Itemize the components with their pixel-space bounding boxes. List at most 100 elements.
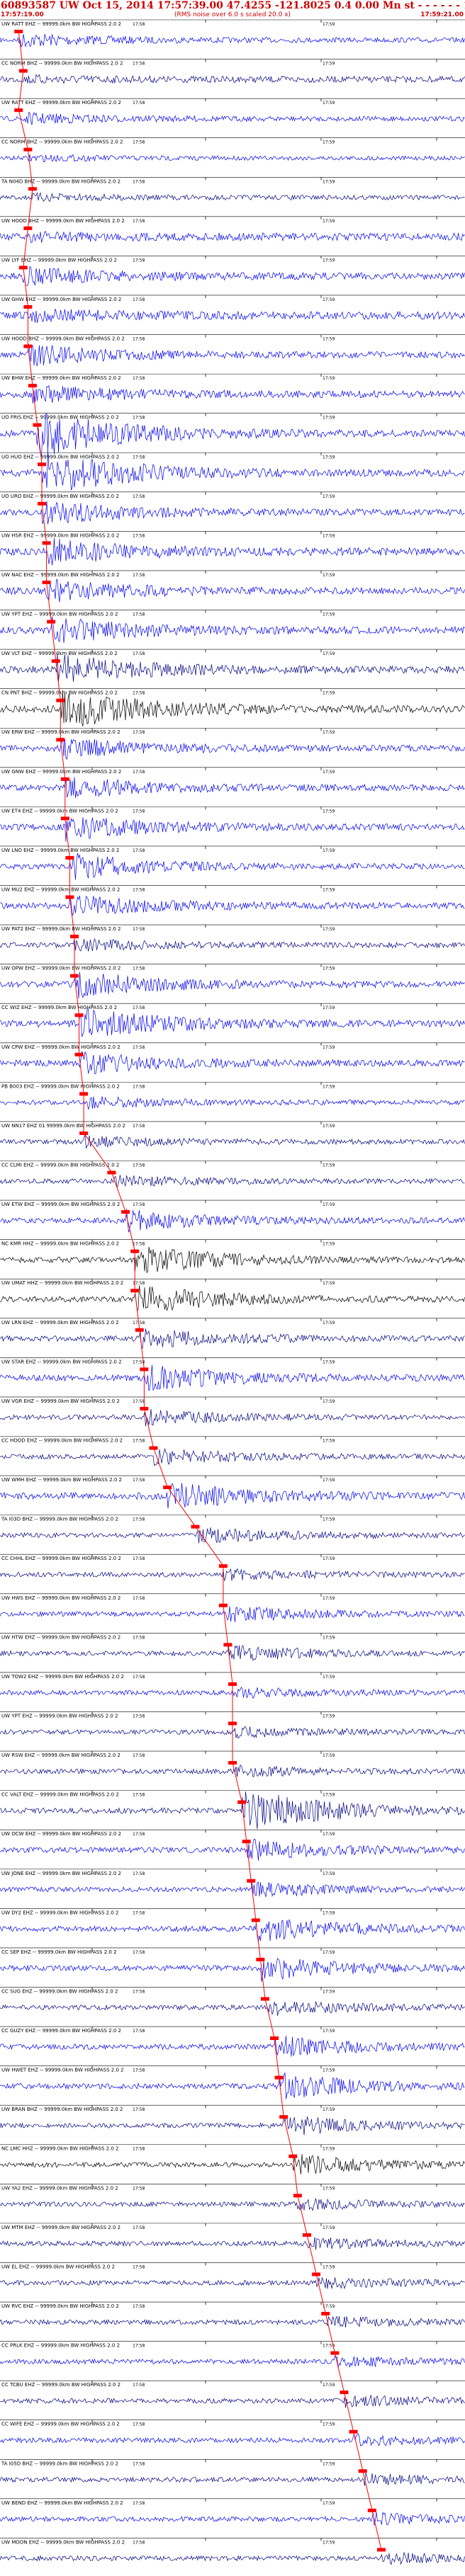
channel-label: UW BEND EHZ -- 99999.0km BW HIGHPASS 2.0… [1,2500,123,2506]
trace-26: UW CPW EHZ -- 99999.0km BW HIGHPASS 2.0 … [0,1042,465,1074]
waveform [0,1095,465,1110]
trace-59: CC PRLK EHZ -- 99999.0km BW HIGHPASS 2.0… [0,2341,465,2368]
trace-48: UW DY2 EHZ -- 99999.0km BW HIGHPASS 2.0 … [0,1908,465,1942]
time-tick-label: 17:58 [133,1399,145,1404]
trace-37: UW WMH EHZ -- 99999.0km BW HIGHPASS 2.0 … [0,1475,465,1509]
channel-label: UW HWS EHZ -- 99999.0km BW HIGHPASS 2.0 … [1,1595,121,1601]
trace-35: UW VGR EHZ -- 99999.0km BW HIGHPASS 2.0 … [0,1396,465,1427]
channel-label: UW CPW EHZ -- 99999.0km BW HIGHPASS 2.0 … [1,1044,121,1050]
trace-30: UW ETW EHZ -- 99999.0km BW HIGHPASS 2.0 … [0,1199,465,1233]
waveform [0,2277,465,2290]
time-tick-label: 17:58 [133,376,145,381]
waveform [0,2355,465,2368]
channel-label: UW HWET EHZ -- 99999.0km BW HIGHPASS 2.0… [1,2068,124,2073]
time-tick-label: 17:58 [133,297,145,302]
waveform [0,266,465,286]
time-tick-label: 17:59 [323,2147,335,2152]
time-tick-label: 17:58 [133,1989,145,1994]
time-tick-label: 17:59 [323,1321,335,1326]
trace-20: UW ET4 EHZ -- 99999.0km BW HIGHPASS 2.0 … [0,807,465,842]
time-tick-label: 17:58 [133,1124,145,1129]
trace-41: UW HTW EHZ -- 99999.0km BW HIGHPASS 2.0 … [0,1633,465,1661]
moveout-line [18,30,382,2550]
time-tick-label: 17:59 [323,1005,335,1010]
trace-19: UW GNW EHZ -- 99999.0km BW HIGHPASS 2.0 … [0,767,465,798]
trace-3: CC NORM BHZ -- 99999.0km BW HIGHPASS 2.0… [0,137,465,162]
time-tick-label: 17:58 [133,533,145,538]
seismogram-plot: UW RATT EHZ -- 99999.0km BW HIGHPASS 2.0… [0,19,465,2565]
trace-31: NC KMR HHZ -- 99999.0km BW HIGHPASS 2.0 … [0,1239,465,1274]
waveform [0,1328,465,1349]
channel-label: UW TOW2 EHZ -- 99999.0km BW HIGHPASS 2.0… [1,1674,124,1680]
time-tick-label: 17:59 [323,2422,335,2427]
trace-11: UO HUO EHZ -- 99999.0km BW HIGHPASS 2.0 … [0,450,465,491]
trace-7: UW GHW EHZ -- 99999.0km BW HIGHPASS 2.0 … [0,295,465,324]
channel-label: UW UMAT HHZ -- 99999.0km BW HIGHPASS 2.0… [1,1280,123,1286]
trace-60: CC TCBU EHZ -- 99999.0km BW HIGHPASS 2.0… [0,2380,465,2408]
waveform [0,1881,465,1898]
time-tick-label: 17:59 [323,612,335,617]
channel-label: UW DY2 EHZ -- 99999.0km BW HIGHPASS 2.0 … [1,1910,118,1915]
waveform [0,2115,465,2136]
time-tick-label: 17:59 [323,1989,335,1994]
time-tick-label: 17:58 [133,2422,145,2427]
time-tick-label: 17:58 [133,573,145,578]
time-tick-label: 17:59 [323,1950,335,1955]
waveform [0,2001,465,2016]
time-tick-label: 17:58 [133,337,145,342]
trace-28: UW NN17 EHZ 01 99999.0km BW HIGHPASS 2.0… [0,1121,465,1149]
time-tick-label: 17:58 [133,2461,145,2466]
trace-47: UW JONE EHZ -- 99999.0km BW HIGHPASS 2.0… [0,1869,465,1898]
waveform [0,971,465,999]
time-tick-label: 17:58 [133,1793,145,1798]
time-tick-label: 17:59 [323,2225,335,2230]
waveform [0,1364,465,1391]
time-tick-label: 17:59 [323,101,335,106]
waveform [0,737,465,760]
time-tick-label: 17:58 [133,219,145,224]
time-tick-label: 17:59 [323,730,335,735]
trace-1: CC NORM BHZ -- 99999.0km BW HIGHPASS 2.0… [0,59,465,84]
trace-52: UW HWET EHZ -- 99999.0km BW HIGHPASS 2.0… [0,2065,465,2099]
channel-label: UW HTW EHZ -- 99999.0km BW HIGHPASS 2.0 … [1,1634,121,1640]
time-tick-label: 17:58 [133,2304,145,2309]
time-tick-label: 17:59 [323,691,335,696]
time-tick-label: 17:58 [133,651,145,656]
waveform [0,1645,465,1661]
time-tick-label: 17:58 [133,1242,145,1247]
channel-label: UW BRAN BHZ -- 99999.0km BW HIGHPASS 2.0… [1,2107,123,2112]
trace-58: UW RVC EHZ -- 99999.0km BW HIGHPASS 2.0 … [0,2301,465,2328]
time-tick-label: 17:59 [323,533,335,538]
channel-label: CC SUG EHZ -- 99999.0km BW HIGHPASS 2.0 … [1,1988,118,1994]
time-tick-label: 17:59 [323,770,335,775]
channel-label: UW GHW EHZ -- 99999.0km BW HIGHPASS 2.0 … [1,297,121,302]
channel-label: CC NORM BHZ -- 99999.0km BW HIGHPASS 2.0… [1,61,123,67]
channel-label: UW BHW EHZ -- 99999.0km BW HIGHPASS 2.0 … [1,375,121,381]
trace-23: UW PAT2 EHZ -- 99999.0km BW HIGHPASS 2.0… [0,924,465,952]
trace-25: CC WIZ EHZ -- 99999.0km BW HIGHPASS 2.0 … [0,1003,465,1037]
trace-9: UW BHW EHZ -- 99999.0km BW HIGHPASS 2.0 … [0,373,465,404]
time-tick-label: 17:58 [133,22,145,27]
channel-label: CC PRLK EHZ -- 99999.0km BW HIGHPASS 2.0… [1,2343,120,2349]
channel-label: UO HUO EHZ -- 99999.0km BW HIGHPASS 2.0 … [1,454,119,460]
channel-label: UW LNO EHZ -- 99999.0km BW HIGHPASS 2.0 … [1,848,119,853]
time-tick-label: 17:59 [323,140,335,145]
time-tick-label: 17:59 [323,1910,335,1915]
channel-label: TA N04D BHZ -- 99999.0km BW HIGHPASS 2.0… [1,178,121,184]
waveform [0,384,465,404]
time-tick-label: 17:58 [133,62,145,67]
time-tick-label: 17:58 [133,1714,145,1719]
end-time-label: 17:59:21.00 [420,11,464,18]
trace-0: UW RATT EHZ -- 99999.0km BW HIGHPASS 2.0… [0,19,465,48]
time-tick-label: 17:58 [133,770,145,775]
trace-6: UW LYF EHZ -- 99999.0km BW HIGHPASS 2.0 … [0,256,465,286]
trace-46: UW OCW EHZ -- 99999.0km BW HIGHPASS 2.0 … [0,1829,465,1861]
time-tick-label: 17:59 [323,416,335,421]
trace-2: UW RATT EHZ -- 99999.0km BW HIGHPASS 2.0… [0,98,465,125]
time-tick-label: 17:58 [133,1596,145,1601]
channel-label: CC HOOD EHZ -- 99999.0km BW HIGHPASS 2.0… [1,1437,123,1443]
channel-label: UW RVC EHZ -- 99999.0km BW HIGHPASS 2.0 … [1,2303,119,2309]
channel-label: UO URO EHZ -- 99999.0km BW HIGHPASS 2.0 … [1,494,119,499]
time-tick-label: 17:58 [133,455,145,460]
time-tick-label: 17:59 [323,1084,335,1089]
